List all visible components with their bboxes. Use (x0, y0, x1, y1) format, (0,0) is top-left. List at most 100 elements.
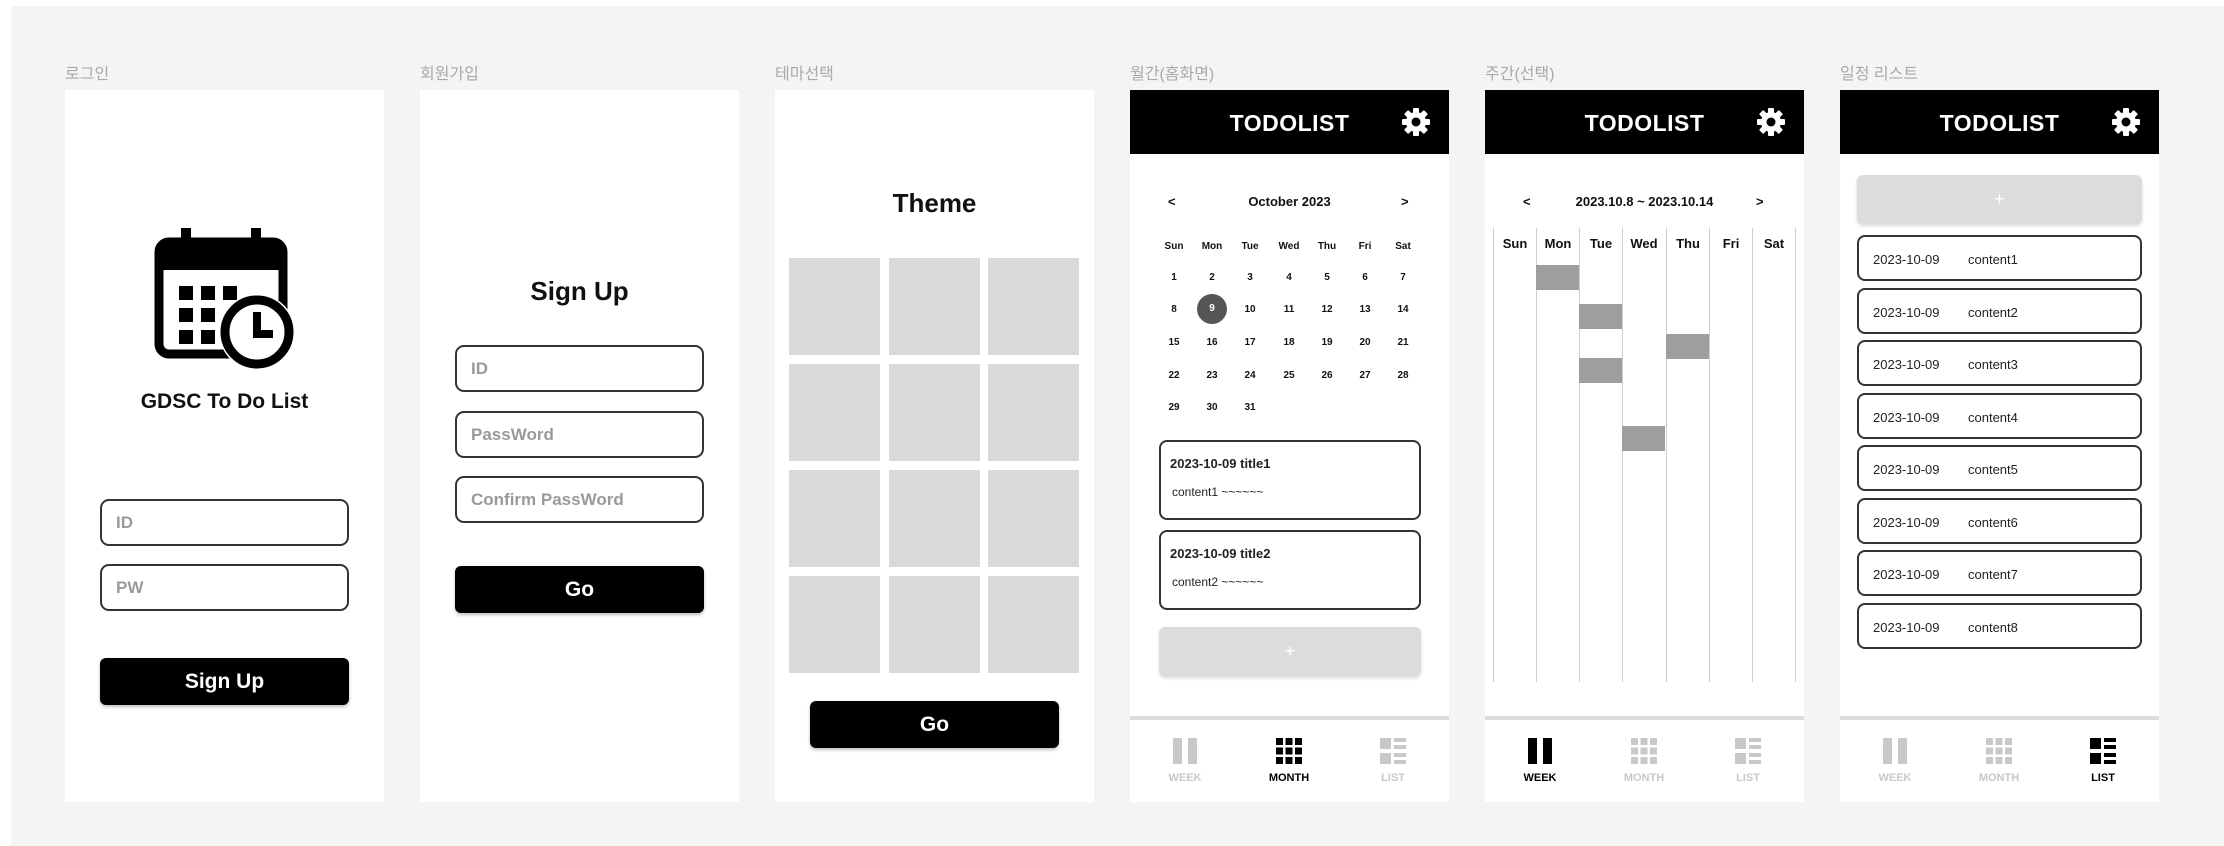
weekday-header: Sat (1395, 241, 1411, 252)
id-field[interactable]: ID (100, 499, 349, 546)
sign-up-button[interactable]: Sign Up (100, 658, 349, 705)
add-event-button[interactable]: + (1159, 627, 1421, 676)
theme-option[interactable] (889, 364, 980, 461)
calendar-day[interactable]: 12 (1312, 304, 1342, 315)
event-bar[interactable] (1579, 358, 1622, 383)
calendar-day[interactable]: 10 (1235, 304, 1265, 315)
event-bar[interactable] (1666, 334, 1709, 359)
calendar-day[interactable]: 23 (1197, 370, 1227, 381)
calendar-day[interactable]: 25 (1274, 370, 1304, 381)
theme-option[interactable] (789, 470, 880, 567)
list-item[interactable]: 2023-10-09 content2 (1857, 287, 2142, 334)
gear-icon[interactable] (2111, 107, 2141, 137)
theme-option[interactable] (988, 258, 1079, 355)
calendar-day[interactable]: 2 (1197, 272, 1227, 283)
event-bar[interactable] (1536, 265, 1579, 290)
event-bar[interactable] (1622, 426, 1665, 451)
tab-month[interactable]: MONTH (1964, 736, 2034, 784)
day-column-divider (1666, 228, 1667, 682)
calendar-day[interactable]: 28 (1388, 370, 1418, 381)
add-item-button[interactable]: + (1857, 175, 2142, 224)
list-item[interactable]: 2023-10-09 content7 (1857, 550, 2142, 596)
signup-title: Sign Up (530, 276, 629, 306)
top-bar: TODOLIST (1485, 90, 1804, 154)
tab-label: WEEK (1878, 772, 1912, 784)
calendar-day[interactable]: 21 (1388, 337, 1418, 348)
calendar-day[interactable]: 24 (1235, 370, 1265, 381)
theme-option[interactable] (789, 364, 880, 461)
app-title: GDSC To Do List (140, 390, 309, 413)
calendar-day[interactable]: 19 (1312, 337, 1342, 348)
next-week-button[interactable]: > (1756, 194, 1764, 209)
calendar-day[interactable]: 29 (1159, 402, 1189, 413)
calendar-day[interactable]: 20 (1350, 337, 1380, 348)
theme-option[interactable] (988, 470, 1079, 567)
event-card[interactable]: 2023-10-09 title1 content1 ~~~~~~ (1159, 440, 1421, 520)
gear-icon[interactable] (1756, 107, 1786, 137)
selected-day[interactable]: 9 (1197, 294, 1227, 324)
event-card[interactable]: 2023-10-09 title2 content2 ~~~~~~ (1159, 530, 1421, 610)
weekday-header: Fri (1358, 241, 1372, 252)
month-grid-icon (1986, 738, 2012, 764)
day-column-divider (1622, 228, 1623, 682)
tab-list[interactable]: LIST (1713, 736, 1783, 784)
theme-option[interactable] (889, 576, 980, 673)
event-bar[interactable] (1579, 304, 1622, 329)
calendar-day[interactable]: 26 (1312, 370, 1342, 381)
item-date: 2023-10-09 (1873, 619, 1940, 635)
id-field[interactable]: ID (455, 345, 704, 392)
theme-option[interactable] (988, 364, 1079, 461)
tab-list[interactable]: LIST (2068, 736, 2138, 784)
list-item[interactable]: 2023-10-09 content8 (1857, 602, 2142, 649)
calendar-day[interactable]: 31 (1235, 402, 1265, 413)
tab-month[interactable]: MONTH (1609, 736, 1679, 784)
tab-list[interactable]: LIST (1358, 736, 1428, 784)
calendar-clock-icon (154, 228, 295, 370)
list-item[interactable]: 2023-10-09 content3 (1857, 340, 2142, 386)
tab-label: LIST (1381, 772, 1405, 784)
list-item[interactable]: 2023-10-09 content5 (1857, 445, 2142, 491)
tab-week[interactable]: WEEK (1860, 736, 1930, 784)
calendar-day[interactable]: 4 (1274, 272, 1304, 283)
calendar-day[interactable]: 1 (1159, 272, 1189, 283)
calendar-day[interactable]: 6 (1350, 272, 1380, 283)
item-date: 2023-10-09 (1873, 567, 1940, 582)
gear-icon[interactable] (1401, 107, 1431, 137)
calendar-day[interactable]: 17 (1235, 337, 1265, 348)
calendar-day[interactable]: 8 (1159, 304, 1189, 315)
next-month-button[interactable]: > (1401, 194, 1409, 209)
go-button[interactable]: Go (810, 701, 1059, 748)
calendar-day[interactable]: 30 (1197, 402, 1227, 413)
calendar-day[interactable]: 14 (1388, 304, 1418, 315)
calendar-day[interactable]: 16 (1197, 337, 1227, 348)
tab-month[interactable]: MONTH (1254, 736, 1324, 784)
theme-option[interactable] (889, 470, 980, 567)
calendar-day[interactable]: 22 (1159, 370, 1189, 381)
calendar-day[interactable]: 7 (1388, 272, 1418, 283)
calendar-day[interactable]: 27 (1350, 370, 1380, 381)
frame-label-list: 일정 리스트 (1840, 66, 1919, 83)
calendar-day[interactable]: 18 (1274, 337, 1304, 348)
calendar-day[interactable]: 11 (1274, 304, 1304, 315)
theme-option[interactable] (789, 576, 880, 673)
theme-option[interactable] (789, 258, 880, 355)
tab-week[interactable]: WEEK (1505, 736, 1575, 784)
calendar-day[interactable]: 3 (1235, 272, 1265, 283)
weekday-header: Fri (1722, 236, 1740, 251)
list-item[interactable]: 2023-10-09 content4 (1857, 392, 2142, 439)
confirm-password-field[interactable]: Confirm PassWord (455, 476, 704, 523)
weekday-header: Mon (1201, 241, 1223, 252)
monthly-screen: TODOLIST < October 2023 > Sun Mon Tue Wed T (1130, 90, 1449, 802)
calendar-day[interactable]: 5 (1312, 272, 1342, 283)
calendar-day[interactable]: 13 (1350, 304, 1380, 315)
list-item[interactable]: 2023-10-09 content1 (1857, 235, 2142, 281)
day-column-divider (1709, 228, 1710, 682)
password-field[interactable]: PassWord (455, 411, 704, 458)
password-field[interactable]: PW (100, 564, 349, 611)
calendar-day[interactable]: 15 (1159, 337, 1189, 348)
theme-option[interactable] (988, 576, 1079, 673)
theme-option[interactable] (889, 258, 980, 355)
go-button[interactable]: Go (455, 566, 704, 613)
tab-week[interactable]: WEEK (1150, 736, 1220, 784)
list-item[interactable]: 2023-10-09 content6 (1857, 497, 2142, 544)
